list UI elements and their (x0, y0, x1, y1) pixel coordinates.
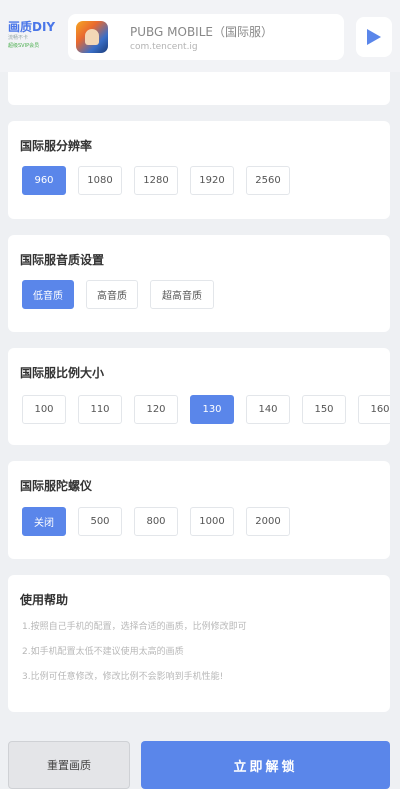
game-logo-icon (76, 21, 108, 53)
audio-options: 低音质 高音质 超高音质 (22, 280, 214, 309)
brand-title: 画质DIY (8, 20, 56, 34)
play-icon (367, 29, 381, 45)
bottom-action-bar: 重置画质 立即解锁 (0, 728, 400, 789)
audio-title: 国际服音质设置 (20, 253, 105, 267)
launch-game-button[interactable] (356, 17, 392, 57)
vip-badge: 超级SVIP会员 (8, 43, 40, 49)
gyro-option-off[interactable]: 关闭 (22, 507, 66, 536)
ratio-options: 100 110 120 130 140 150 160 (22, 395, 390, 424)
resolution-option-1080[interactable]: 1080 (78, 166, 122, 195)
ratio-option-120[interactable]: 120 (134, 395, 178, 424)
gyro-option-800[interactable]: 800 (134, 507, 178, 536)
ratio-option-110[interactable]: 110 (78, 395, 122, 424)
help-title: 使用帮助 (20, 593, 69, 607)
resolution-options: 960 1080 1280 1920 2560 (22, 166, 290, 195)
resolution-title: 国际服分辨率 (20, 139, 93, 153)
help-line-3: 3.比例可任意修改，修改比例不会影响到手机性能! (22, 672, 224, 682)
audio-option-ultra[interactable]: 超高音质 (150, 280, 214, 309)
resolution-option-1280[interactable]: 1280 (134, 166, 178, 195)
game-package: com.tencent.ig (130, 42, 198, 52)
reset-quality-button[interactable]: 重置画质 (8, 741, 130, 789)
audio-card: 国际服音质设置 低音质 高音质 超高音质 (8, 235, 390, 332)
gyro-option-500[interactable]: 500 (78, 507, 122, 536)
brand-subtitle: 流畅不卡 (8, 35, 29, 41)
resolution-card: 国际服分辨率 960 1080 1280 1920 2560 (8, 121, 390, 219)
previous-section-card (8, 72, 390, 105)
top-bar: 画质DIY 流畅不卡 超级SVIP会员 PUBG MOBILE（国际服） com… (0, 0, 400, 72)
unlock-now-button[interactable]: 立即解锁 (141, 741, 390, 789)
ratio-title: 国际服比例大小 (20, 366, 105, 380)
game-selector[interactable]: PUBG MOBILE（国际服） com.tencent.ig (68, 14, 344, 60)
audio-option-low[interactable]: 低音质 (22, 280, 74, 309)
ratio-option-140[interactable]: 140 (246, 395, 290, 424)
help-line-2: 2.如手机配置太低不建议使用太高的画质 (22, 647, 184, 657)
resolution-option-2560[interactable]: 2560 (246, 166, 290, 195)
ratio-option-160[interactable]: 160 (358, 395, 390, 424)
ratio-option-150[interactable]: 150 (302, 395, 346, 424)
resolution-option-1920[interactable]: 1920 (190, 166, 234, 195)
ratio-option-130[interactable]: 130 (190, 395, 234, 424)
game-name: PUBG MOBILE（国际服） (130, 25, 273, 39)
help-card: 使用帮助 1.按照自己手机的配置，选择合适的画质，比例修改即可 2.如手机配置太… (8, 575, 390, 712)
gyro-option-2000[interactable]: 2000 (246, 507, 290, 536)
ratio-card: 国际服比例大小 100 110 120 130 140 150 160 (8, 348, 390, 445)
gyro-card: 国际服陀螺仪 关闭 500 800 1000 2000 (8, 461, 390, 559)
brand: 画质DIY 流畅不卡 超级SVIP会员 (8, 20, 64, 50)
resolution-option-960[interactable]: 960 (22, 166, 66, 195)
gyro-options: 关闭 500 800 1000 2000 (22, 507, 290, 536)
ratio-option-100[interactable]: 100 (22, 395, 66, 424)
help-line-1: 1.按照自己手机的配置，选择合适的画质，比例修改即可 (22, 622, 247, 632)
gyro-title: 国际服陀螺仪 (20, 479, 93, 493)
audio-option-high[interactable]: 高音质 (86, 280, 138, 309)
gyro-option-1000[interactable]: 1000 (190, 507, 234, 536)
